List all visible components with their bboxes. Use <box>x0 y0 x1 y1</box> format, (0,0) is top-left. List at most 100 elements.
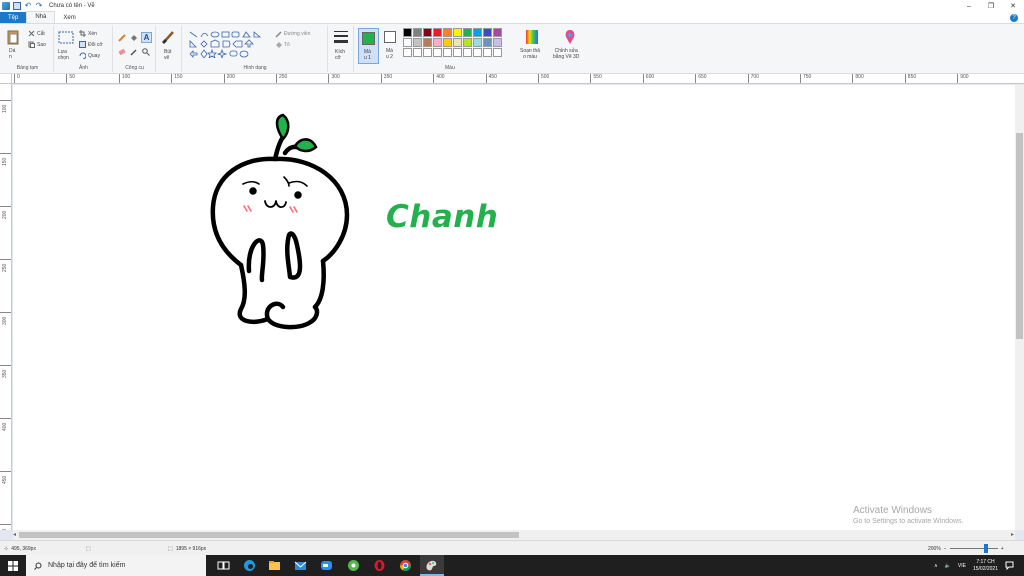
pencil-icon[interactable] <box>118 34 126 42</box>
zoom-app-icon[interactable] <box>320 559 333 572</box>
notification-icon[interactable] <box>1005 561 1014 570</box>
paint3d-button[interactable]: Chỉnh sửa bằng Vẽ 3D <box>553 48 579 60</box>
palette-swatch[interactable] <box>453 28 462 37</box>
palette-swatch[interactable] <box>493 28 502 37</box>
minimize-button[interactable]: – <box>958 0 980 12</box>
opera-icon[interactable] <box>373 559 386 572</box>
edit-colors-icon[interactable] <box>524 29 540 45</box>
palette-swatch[interactable] <box>443 28 452 37</box>
maximize-button[interactable]: ❐ <box>980 0 1002 12</box>
select-button[interactable]: Lựa chọn <box>58 49 69 61</box>
palette-swatch[interactable] <box>423 48 432 57</box>
vertical-scroll-thumb[interactable] <box>1016 133 1023 339</box>
magnifier-icon[interactable] <box>142 48 150 56</box>
tray-expand-icon[interactable]: ∧ <box>934 563 938 569</box>
outline-button[interactable]: Đường viền <box>284 31 310 37</box>
rotate-button[interactable]: Quay <box>88 53 100 59</box>
copy-icon[interactable] <box>28 41 35 48</box>
crop-button[interactable]: Xén <box>88 31 97 37</box>
start-button[interactable] <box>0 555 26 576</box>
fill-icon[interactable] <box>130 34 138 42</box>
paint-app-icon[interactable] <box>2 2 10 10</box>
zoom-in-button[interactable]: + <box>1001 546 1004 552</box>
brushes-button[interactable]: Bút vẽ <box>164 49 172 61</box>
clock[interactable]: 7:17 CH 15/02/2021 <box>973 559 998 573</box>
tab-home[interactable]: Nhà <box>26 11 56 23</box>
copy-button[interactable]: Sao <box>37 42 46 48</box>
color2-button[interactable]: Mà u 2 <box>382 28 400 64</box>
taskbar-search[interactable]: Nhập tại đây để tìm kiếm <box>26 555 206 576</box>
horizontal-scroll-thumb[interactable] <box>19 532 519 538</box>
palette-swatch[interactable] <box>453 48 462 57</box>
paste-button[interactable]: Dá n <box>9 48 15 60</box>
palette-swatch[interactable] <box>473 28 482 37</box>
select-icon[interactable] <box>58 31 74 44</box>
palette-swatch[interactable] <box>493 38 502 47</box>
paint3d-icon[interactable] <box>563 29 577 45</box>
palette-swatch[interactable] <box>443 38 452 47</box>
palette-swatch[interactable] <box>403 28 412 37</box>
language-indicator[interactable]: VIE <box>958 563 966 569</box>
palette-swatch[interactable] <box>443 48 452 57</box>
tab-file[interactable]: Tệp <box>0 12 27 23</box>
outline-icon[interactable] <box>275 30 283 38</box>
palette-swatch[interactable] <box>483 38 492 47</box>
palette-swatch[interactable] <box>413 38 422 47</box>
palette-swatch[interactable] <box>463 48 472 57</box>
scroll-left-icon[interactable]: ◂ <box>13 531 16 538</box>
edit-colors-button[interactable]: Soạn thả o màu <box>520 48 540 60</box>
green-app-icon[interactable] <box>347 559 360 572</box>
eraser-icon[interactable] <box>118 48 126 56</box>
palette-swatch[interactable] <box>483 28 492 37</box>
color-picker-icon[interactable] <box>130 48 138 56</box>
zoom-slider-thumb[interactable] <box>983 544 988 553</box>
palette-swatch[interactable] <box>433 48 442 57</box>
vertical-scrollbar[interactable] <box>1015 85 1024 530</box>
palette-swatch[interactable] <box>433 28 442 37</box>
chrome-icon[interactable] <box>399 559 412 572</box>
palette-swatch[interactable] <box>493 48 502 57</box>
palette-swatch[interactable] <box>473 48 482 57</box>
drawing-canvas[interactable]: Chanh Activate Windows Go to Settings to… <box>13 85 1015 530</box>
color1-button[interactable]: Mà u 1 <box>358 28 379 64</box>
palette-swatch[interactable] <box>403 38 412 47</box>
save-icon[interactable] <box>13 2 21 10</box>
zoom-out-button[interactable]: − <box>944 546 947 552</box>
fill-shape-icon[interactable] <box>275 41 283 49</box>
fill-button[interactable]: Tô <box>284 42 290 48</box>
file-explorer-icon[interactable] <box>268 559 281 572</box>
horizontal-scrollbar[interactable]: ◂ ▸ <box>13 530 1015 540</box>
tab-view[interactable]: Xem <box>55 12 83 23</box>
palette-swatch[interactable] <box>463 38 472 47</box>
undo-icon[interactable]: ↶ <box>24 2 32 10</box>
close-button[interactable]: ✕ <box>1002 0 1024 12</box>
palette-swatch[interactable] <box>423 28 432 37</box>
brush-icon[interactable] <box>161 29 177 45</box>
cut-icon[interactable] <box>28 30 35 37</box>
crop-icon[interactable] <box>79 30 86 37</box>
palette-swatch[interactable] <box>433 38 442 47</box>
palette-swatch[interactable] <box>453 38 462 47</box>
palette-swatch[interactable] <box>463 28 472 37</box>
mail-icon[interactable] <box>294 559 307 572</box>
palette-swatch[interactable] <box>403 48 412 57</box>
volume-icon[interactable]: 🔈 <box>945 563 951 569</box>
resize-button[interactable]: Đổi cỡ <box>88 42 103 48</box>
paste-icon[interactable] <box>7 29 19 45</box>
palette-swatch[interactable] <box>423 38 432 47</box>
size-icon[interactable] <box>333 29 349 45</box>
cut-button[interactable]: Cắt <box>37 31 45 37</box>
palette-swatch[interactable] <box>413 28 422 37</box>
scroll-right-icon[interactable]: ▸ <box>1011 531 1014 538</box>
edge-icon[interactable] <box>243 559 256 572</box>
text-tool-icon[interactable]: A <box>141 32 152 43</box>
shapes-gallery[interactable] <box>188 30 273 58</box>
rotate-icon[interactable] <box>79 52 86 59</box>
help-icon[interactable]: ? <box>1010 14 1018 22</box>
size-button[interactable]: Kích cỡ <box>335 49 345 61</box>
paint-taskbar-button[interactable] <box>420 555 444 576</box>
task-view-icon[interactable] <box>217 559 230 572</box>
zoom-slider[interactable] <box>949 544 998 553</box>
redo-icon[interactable]: ↷ <box>35 2 43 10</box>
palette-swatch[interactable] <box>413 48 422 57</box>
